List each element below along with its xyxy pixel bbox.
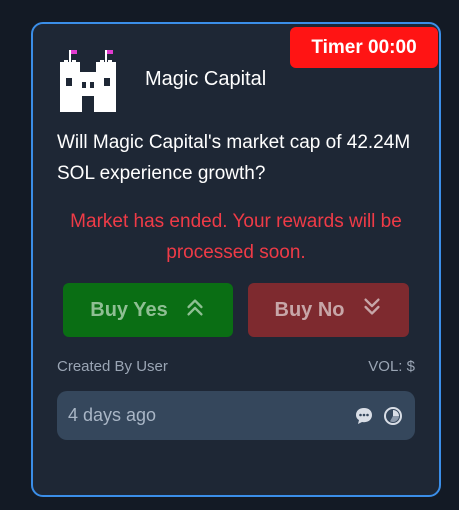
castle-logo-icon: [56, 48, 120, 112]
volume-label: VOL: $: [368, 358, 415, 375]
card-footer: 4 days ago: [57, 391, 415, 440]
pie-chart-icon[interactable]: [383, 406, 403, 426]
timer-label: Timer 00:00: [311, 36, 417, 58]
buy-no-button[interactable]: Buy No: [248, 283, 409, 337]
chat-bubble-icon[interactable]: [354, 406, 374, 426]
created-by-label: Created By User: [57, 358, 168, 375]
market-meta: Created By User VOL: $: [57, 358, 415, 375]
time-ago: 4 days ago: [68, 405, 157, 425]
double-chevron-up-icon: [184, 296, 206, 324]
market-question: Will Magic Capital's market cap of 42.24…: [57, 132, 411, 184]
timer-badge: Timer 00:00: [290, 27, 438, 68]
market-ended-message: Market has ended. Your rewards will be p…: [70, 211, 402, 263]
buy-yes-button[interactable]: Buy Yes: [63, 283, 233, 337]
buy-yes-label: Buy Yes: [90, 298, 168, 321]
project-name: Magic Capital: [145, 68, 267, 90]
buy-no-label: Buy No: [274, 298, 345, 321]
double-chevron-down-icon: [361, 296, 383, 324]
